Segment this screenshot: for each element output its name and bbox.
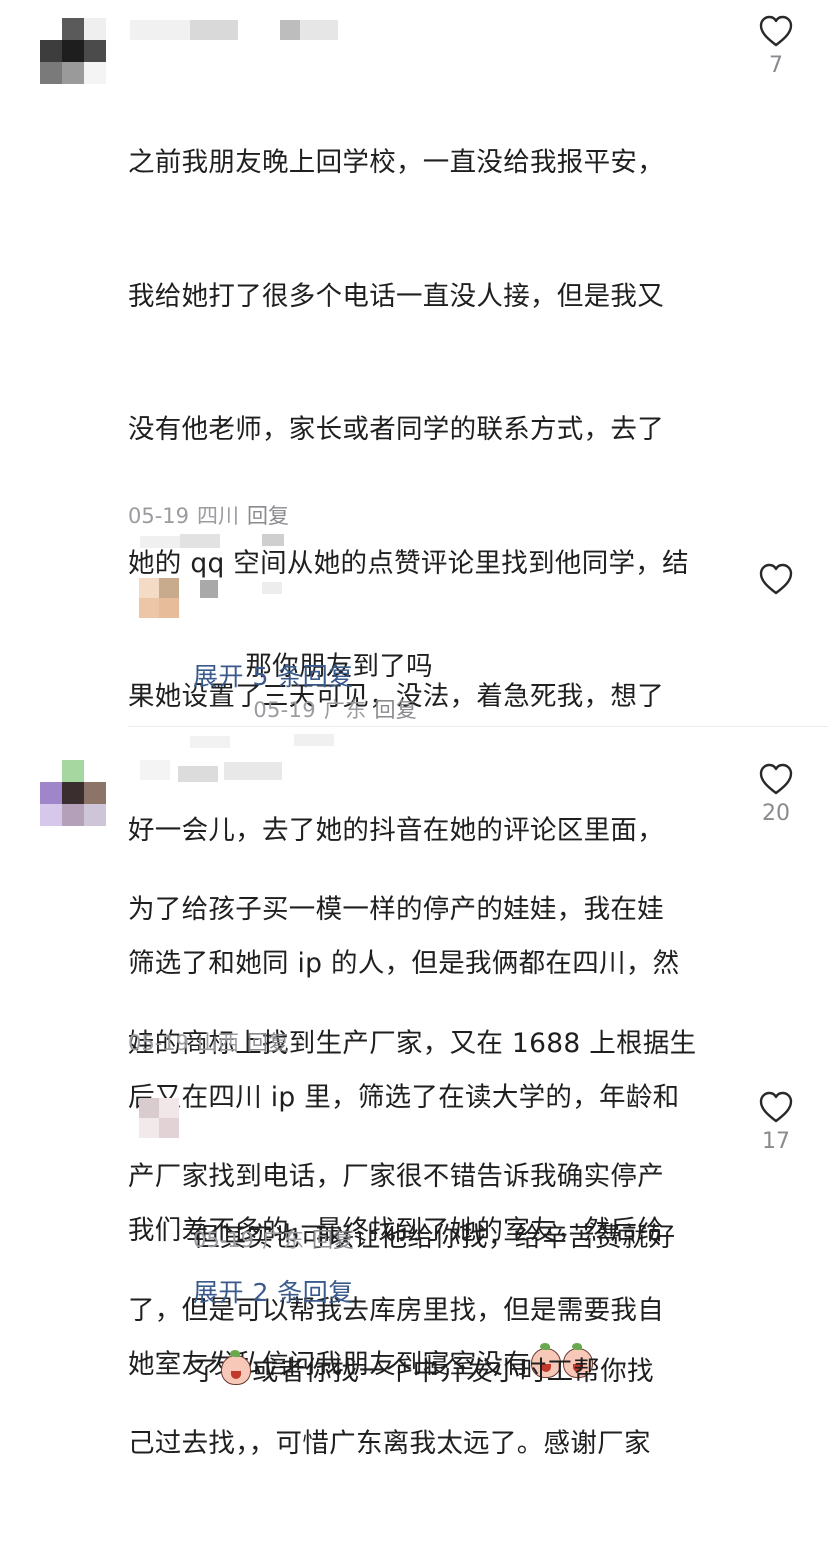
heart-outline-icon (759, 15, 793, 47)
comment-line: 为了给孩子买一模一样的停产的娃娃，我在娃 (128, 894, 664, 925)
divider (128, 726, 828, 727)
expand-replies-button[interactable]: 展开 2 条回复 (193, 1276, 354, 1310)
reply-button[interactable]: 回复 (247, 504, 289, 528)
comment-location: 山西 (197, 1031, 240, 1055)
reply-date: 05-19 (193, 1228, 255, 1252)
like-button[interactable]: 20 (746, 762, 806, 828)
comment-line: 没有他老师，家长或者同学的联系方式，去了 (128, 414, 664, 445)
like-count: 7 (769, 53, 783, 78)
like-button[interactable] (746, 562, 806, 596)
crying-peach-emoji-icon (220, 1349, 251, 1385)
comment-line: 我给她打了很多个电话一直没人接，但是我又 (128, 280, 664, 312)
avatar[interactable] (139, 578, 179, 618)
avatar[interactable] (139, 1098, 179, 1138)
avatar[interactable] (40, 760, 106, 826)
like-button[interactable]: 7 (746, 14, 806, 80)
reply-meta: 05-19 广东 回复 (253, 698, 425, 722)
reply-line: 了或者你找一个中介发小时工帮你找 (193, 1349, 733, 1395)
like-count: 20 (762, 801, 790, 826)
heart-outline-icon (759, 763, 793, 795)
heart-outline-icon (759, 1091, 793, 1123)
heart-outline-icon (759, 563, 793, 595)
reply-date: 05-19 (253, 698, 316, 722)
expand-replies-button[interactable]: 展开 5 条回复 (193, 660, 354, 694)
reply-button[interactable]: 回复 (312, 1228, 354, 1252)
comment-date: 05-19 (128, 1031, 190, 1055)
like-button[interactable]: 17 (746, 1090, 806, 1156)
reply-line-text: 了 (193, 1355, 220, 1387)
reply-location: 广东 (262, 1228, 305, 1252)
like-count: 17 (762, 1129, 790, 1154)
comment-line: 她的 qq 空间从她的点赞评论里找到他同学，结 (128, 547, 689, 579)
reply-location: 广东 (323, 698, 367, 722)
comment-meta: 05-19 四川 回复 (128, 502, 297, 530)
reply-line-text: 或者你找一个中介发小时工帮你找 (251, 1355, 654, 1387)
comment-line: 之前我朋友晚上回学校，一直没给我报平安， (128, 147, 664, 178)
reply-button[interactable]: 回复 (247, 1031, 289, 1055)
avatar[interactable] (40, 18, 106, 84)
reply-button[interactable]: 回复 (374, 698, 417, 722)
comment-date: 05-19 (128, 504, 190, 528)
reply-meta: 05-19 广东 回复 (193, 1226, 362, 1254)
comment-meta: 05-19 山西 回复 (128, 1029, 297, 1057)
comment-location: 四川 (197, 504, 240, 528)
